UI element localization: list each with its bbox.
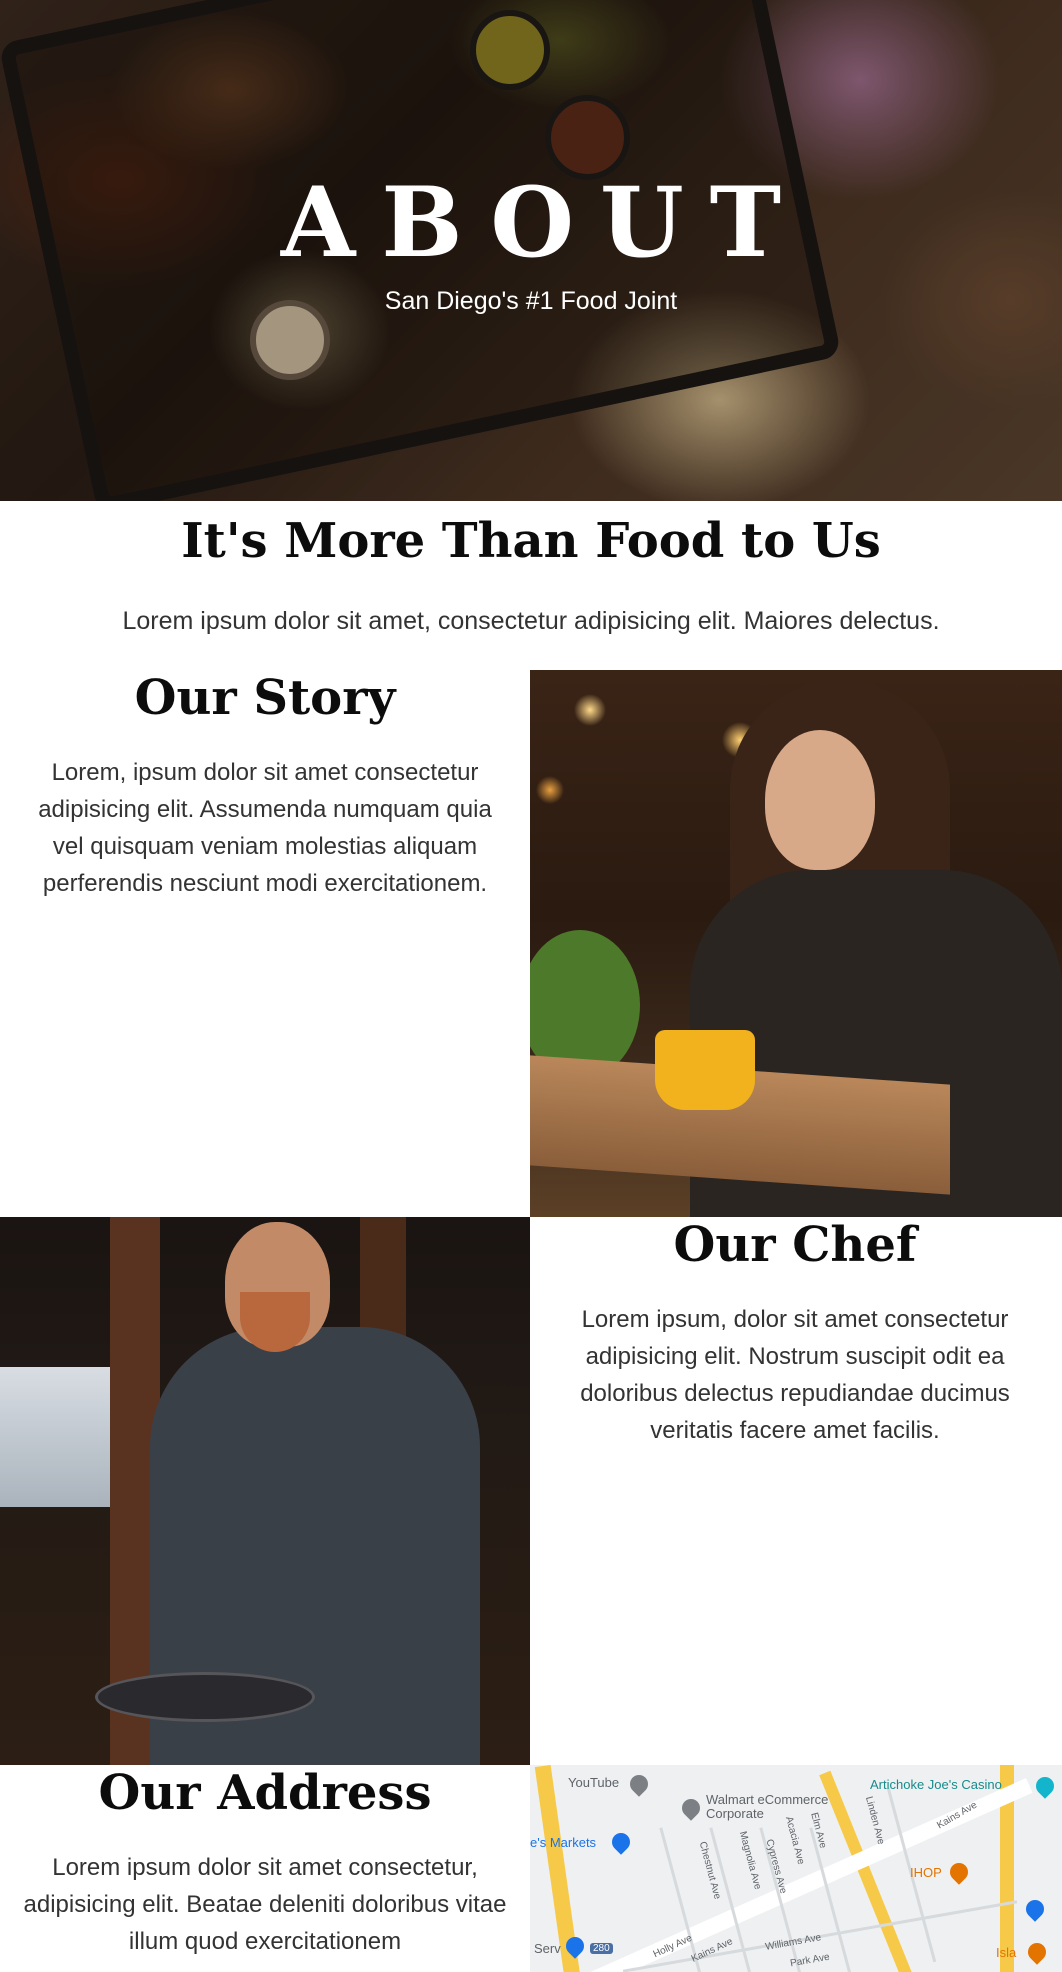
map-pin-icon[interactable] [946, 1859, 972, 1885]
map-pin-icon[interactable] [626, 1771, 652, 1797]
woman-eating-photo [530, 670, 1062, 1217]
hero-banner: ABOUT San Diego's #1 Food Joint [0, 0, 1062, 501]
location-map[interactable]: YouTube Walmart eCommerce Corporate Arti… [530, 1765, 1062, 1972]
coffee-cup-image [655, 1030, 755, 1110]
story-text: Lorem, ipsum dolor sit amet consectetur … [38, 758, 492, 897]
chef-photo [0, 1217, 530, 1765]
address-heading: Our Address [98, 1765, 432, 1821]
page-title: ABOUT [280, 166, 808, 279]
map-label-ihop[interactable]: IHOP [910, 1865, 942, 1880]
map-label-artichoke[interactable]: Artichoke Joe's Casino [870, 1777, 1002, 1792]
intro-heading: It's More Than Food to Us [181, 513, 881, 569]
story-section: Our Story Lorem, ipsum dolor sit amet co… [0, 670, 530, 902]
map-pin-icon[interactable] [1024, 1939, 1050, 1965]
map-pin-icon[interactable] [1022, 1896, 1048, 1922]
highway-shield: 280 [590, 1943, 613, 1954]
map-pin-icon[interactable] [608, 1829, 634, 1855]
map-label-markets[interactable]: e's Markets [530, 1835, 596, 1850]
page-subtitle: San Diego's #1 Food Joint [384, 287, 678, 315]
map-pin-icon[interactable] [1032, 1773, 1058, 1799]
address-section: Our Address Lorem ipsum dolor sit amet c… [0, 1765, 530, 1960]
map-pin-icon[interactable] [678, 1795, 704, 1821]
story-heading: Our Story [134, 670, 396, 726]
chef-section: Our Chef Lorem ipsum, dolor sit amet con… [530, 1217, 1060, 1449]
chef-heading: Our Chef [673, 1217, 917, 1273]
map-label-serv[interactable]: Serv [534, 1941, 561, 1956]
plate-image [95, 1672, 315, 1722]
map-label-youtube[interactable]: YouTube [568, 1775, 619, 1790]
intro-text: Lorem ipsum dolor sit amet, consectetur … [122, 607, 940, 635]
chef-text: Lorem ipsum, dolor sit amet consectetur … [580, 1305, 1010, 1444]
map-label-isla[interactable]: Isla [996, 1945, 1016, 1960]
address-text: Lorem ipsum dolor sit amet consectetur, … [23, 1853, 507, 1955]
